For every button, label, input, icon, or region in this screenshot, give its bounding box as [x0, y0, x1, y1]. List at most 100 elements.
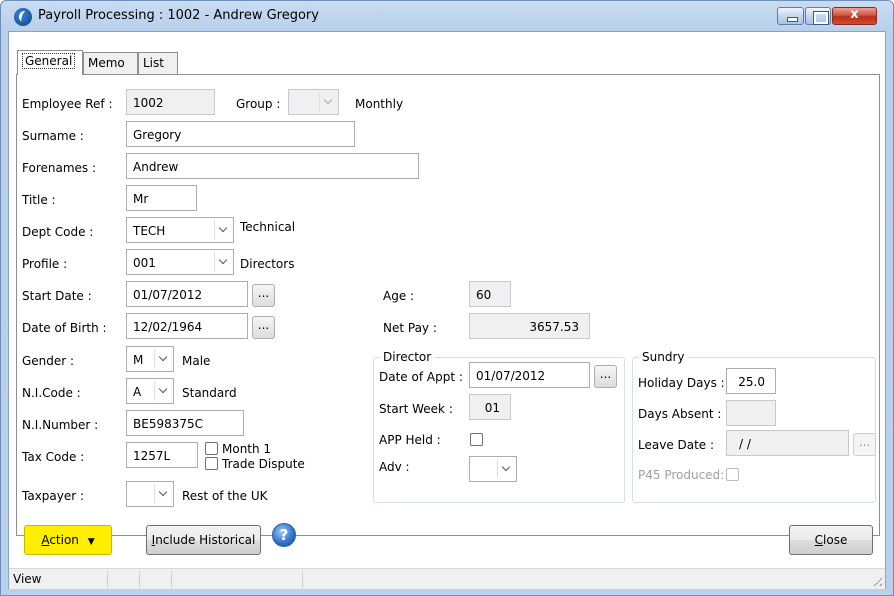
dept-code-dropdown[interactable]: TECH	[126, 217, 234, 243]
ni-code-label: N.I.Code :	[22, 386, 81, 400]
sundry-group-title: Sundry	[639, 350, 688, 364]
holiday-days-field[interactable]: 25.0	[726, 368, 776, 394]
general-panel: Employee Ref : 1002 Group : Monthly Surn…	[16, 74, 880, 536]
tax-code-field[interactable]: 1257L	[126, 442, 198, 468]
days-absent-field[interactable]	[726, 400, 776, 426]
chevron-down-icon[interactable]	[154, 349, 171, 369]
window-title: Payroll Processing : 1002 - Andrew Grego…	[38, 8, 319, 23]
dob-picker-button[interactable]: ...	[252, 316, 275, 339]
dept-description: Technical	[240, 220, 296, 234]
gender-description: Male	[182, 354, 211, 368]
employee-ref-label: Employee Ref :	[22, 97, 113, 111]
start-date-field[interactable]: 01/07/2012	[126, 281, 248, 307]
chevron-down-icon[interactable]	[214, 252, 231, 272]
payroll-window: Payroll Processing : 1002 - Andrew Grego…	[0, 0, 894, 596]
tab-general[interactable]: General	[17, 50, 83, 75]
surname-field[interactable]: Gregory	[126, 121, 355, 147]
director-group-title: Director	[380, 350, 435, 364]
chevron-down-icon[interactable]	[154, 381, 171, 401]
chevron-down-icon[interactable]	[214, 220, 231, 240]
month-1-checkbox[interactable]	[205, 442, 218, 455]
start-date-picker-button[interactable]: ...	[252, 284, 275, 307]
close-button[interactable]: Close	[789, 525, 873, 555]
status-mode: View	[13, 572, 42, 586]
minimize-button[interactable]	[777, 7, 804, 25]
app-logo-icon	[14, 8, 32, 26]
title-bar[interactable]: Payroll Processing : 1002 - Andrew Grego…	[1, 1, 893, 31]
forenames-field[interactable]: Andrew	[126, 153, 419, 179]
director-group: Director Date of Appt : 01/07/2012 ... S…	[373, 350, 625, 503]
title-field[interactable]: Mr	[126, 185, 197, 211]
surname-label: Surname :	[22, 129, 84, 143]
leave-date-field[interactable]: / /	[726, 430, 849, 456]
chevron-down-icon[interactable]	[497, 459, 514, 479]
dept-code-value: TECH	[133, 224, 166, 238]
gender-value: M	[133, 353, 144, 367]
adv-label: Adv :	[379, 460, 410, 474]
status-cell-3	[139, 571, 171, 588]
taxpayer-description: Rest of the UK	[182, 489, 268, 503]
date-of-appt-picker-button[interactable]: ...	[594, 365, 617, 388]
dropdown-arrow-icon: ▼	[87, 537, 95, 547]
maximize-button[interactable]	[805, 7, 831, 25]
employee-ref-field[interactable]: 1002	[126, 89, 215, 115]
status-cell-4	[171, 571, 302, 588]
app-held-label: APP Held :	[379, 433, 441, 447]
chevron-down-icon[interactable]	[154, 484, 171, 504]
status-cell-2	[107, 571, 139, 588]
client-area: General Memo List Employee Ref : 1002 Gr…	[8, 31, 886, 589]
taxpayer-dropdown[interactable]	[126, 481, 174, 507]
ni-code-value: A	[133, 385, 142, 399]
gender-label: Gender :	[22, 354, 75, 368]
action-menu-button[interactable]: Action ▼	[24, 525, 112, 555]
leave-date-picker-button[interactable]: ...	[853, 433, 876, 456]
tab-list[interactable]: List	[138, 52, 178, 74]
trade-dispute-label: Trade Dispute	[222, 457, 305, 471]
p45-produced-checkbox[interactable]	[726, 468, 739, 481]
title-label: Title :	[22, 193, 56, 207]
start-week-field[interactable]: 01	[469, 394, 511, 420]
status-bar: View	[9, 568, 885, 589]
forenames-label: Forenames :	[22, 161, 97, 175]
dob-label: Date of Birth :	[22, 321, 107, 335]
start-week-label: Start Week :	[379, 402, 453, 416]
close-window-button[interactable]: x	[832, 7, 877, 25]
date-of-appt-field[interactable]: 01/07/2012	[469, 362, 590, 388]
p45-produced-label: P45 Produced:	[638, 468, 725, 482]
gender-dropdown[interactable]: M	[126, 346, 174, 372]
net-pay-label: Net Pay :	[383, 321, 437, 335]
ni-code-dropdown[interactable]: A	[126, 378, 174, 404]
profile-value: 001	[133, 256, 156, 270]
start-date-label: Start Date :	[22, 289, 92, 303]
tab-memo[interactable]: Memo	[83, 52, 138, 74]
sundry-group: Sundry Holiday Days : 25.0 Days Absent :…	[632, 350, 876, 503]
age-field: 60	[469, 281, 511, 307]
dob-field[interactable]: 12/02/1964	[126, 313, 248, 339]
taxpayer-label: Taxpayer :	[22, 489, 85, 503]
include-historical-button[interactable]: Include Historical	[146, 525, 261, 555]
ni-number-label: N.I.Number :	[22, 418, 99, 432]
dept-code-label: Dept Code :	[22, 225, 94, 239]
date-of-appt-label: Date of Appt :	[379, 370, 463, 384]
profile-dropdown[interactable]: 001	[126, 249, 234, 275]
help-icon[interactable]: ?	[272, 523, 296, 547]
group-label: Group :	[236, 97, 281, 111]
trade-dispute-checkbox[interactable]	[205, 457, 218, 470]
close-icon: x	[850, 7, 859, 22]
leave-date-label: Leave Date :	[638, 438, 715, 452]
days-absent-label: Days Absent :	[638, 407, 722, 421]
adv-dropdown[interactable]	[469, 456, 517, 482]
tax-code-label: Tax Code :	[22, 450, 85, 464]
app-held-checkbox[interactable]	[470, 433, 483, 446]
net-pay-field: 3657.53	[469, 313, 590, 339]
profile-description: Directors	[240, 257, 295, 271]
ni-number-field[interactable]: BE598375C	[126, 410, 244, 436]
profile-label: Profile :	[22, 257, 68, 271]
holiday-days-label: Holiday Days :	[638, 376, 725, 390]
age-label: Age :	[383, 289, 415, 303]
group-description: Monthly	[355, 97, 404, 111]
status-cell-5	[302, 571, 885, 588]
chevron-down-icon	[319, 92, 336, 112]
group-dropdown[interactable]	[288, 89, 339, 115]
month-1-label: Month 1	[222, 442, 272, 456]
